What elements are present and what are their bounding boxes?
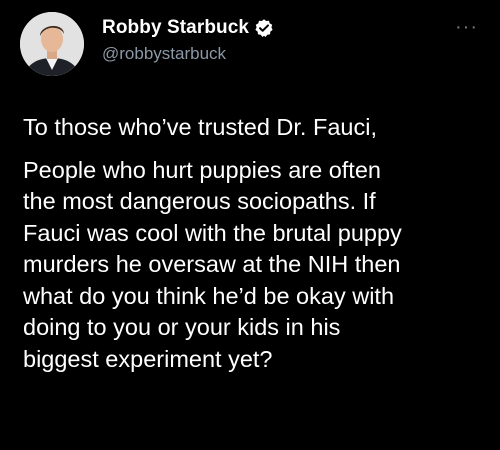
author-handle[interactable]: @robbystarbuck — [102, 44, 226, 64]
author-name-row[interactable]: Robby Starbuck — [102, 17, 274, 39]
display-name[interactable]: Robby Starbuck — [102, 17, 249, 39]
tweet-text: To those who’ve trusted Dr. Fauci, People… — [23, 112, 493, 375]
tweet-body: People who hurt puppies are often the mo… — [23, 156, 402, 372]
tweet-card: Robby Starbuck @robbystarbuck ··· To tho… — [0, 0, 500, 450]
more-options-icon[interactable]: ··· — [455, 17, 478, 37]
tweet-salutation: To those who’ve trusted Dr. Fauci, — [23, 114, 377, 140]
avatar[interactable] — [20, 12, 84, 76]
profile-photo-icon — [20, 12, 84, 76]
verified-badge-icon — [255, 19, 273, 37]
